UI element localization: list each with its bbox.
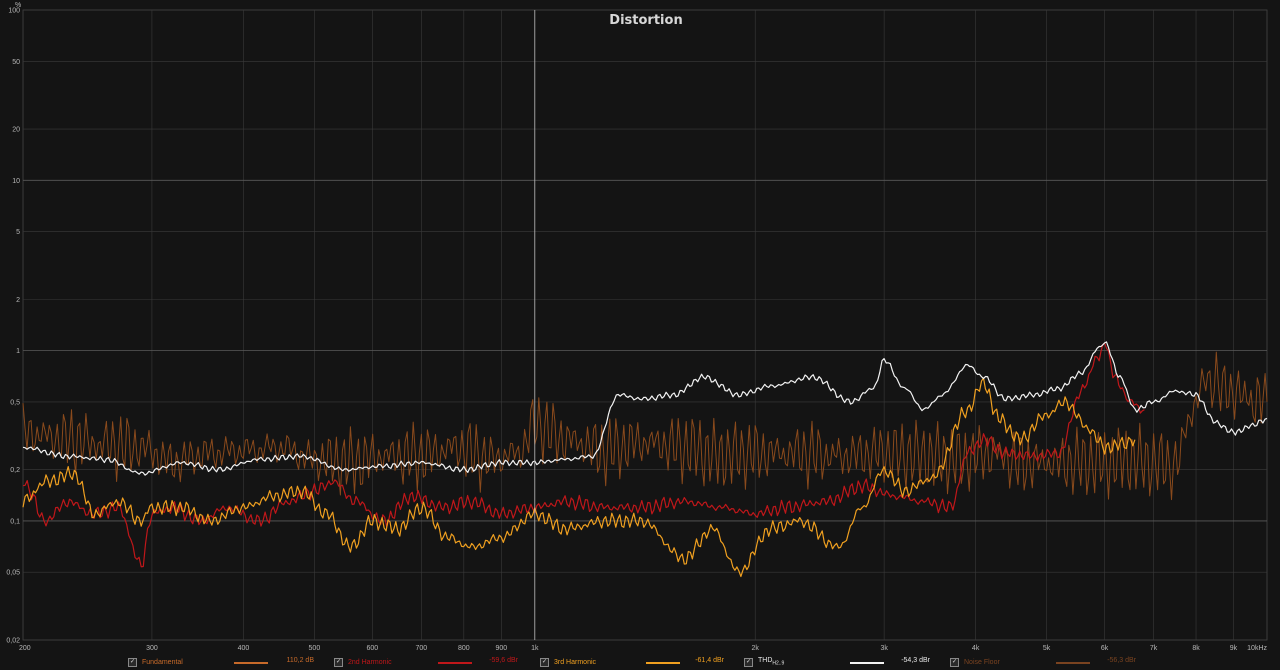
x-tick-label: 200 [19, 645, 31, 652]
legend-value-noise-floor: -56,3 dBr [1107, 657, 1136, 664]
legend-item-noise-floor[interactable]: ✓ Noise Floor [950, 656, 1000, 668]
x-tick-label: 8k [1192, 645, 1200, 652]
x-tick-label: 1k [531, 645, 539, 652]
legend-item-thd[interactable]: ✓ THDH2..9 [744, 656, 784, 668]
y-tick-label: 10 [12, 178, 20, 185]
y-tick-label: 20 [12, 127, 20, 134]
x-tick-label: 300 [146, 645, 158, 652]
legend-label-noise-floor: Noise Floor [964, 658, 1000, 666]
x-tick-label: 3k [880, 645, 888, 652]
x-tick-label: 2k [752, 645, 760, 652]
y-tick-label: 0,05 [6, 570, 20, 577]
checkbox-thd[interactable]: ✓ [744, 657, 753, 667]
x-tick-label: 700 [416, 645, 428, 652]
checkbox-2nd-harmonic[interactable]: ✓ [334, 657, 343, 667]
legend-label-fundamental: Fundamental [142, 658, 183, 666]
legend: ✓ Fundamental 110,2 dB ✓ 2nd Harmonic -5… [0, 654, 1280, 670]
legend-value-3rd-harmonic: -61,4 dBr [695, 657, 724, 664]
legend-value-2nd-harmonic: -59,6 dBr [489, 657, 518, 664]
x-tick-label: 900 [495, 645, 507, 652]
legend-label-thd: THDH2..9 [758, 657, 785, 667]
y-tick-label: 0,02 [6, 638, 20, 645]
x-tick-label: 400 [238, 645, 250, 652]
x-tick-label: 4k [972, 645, 980, 652]
legend-label-thd-sub: H2..9 [772, 660, 785, 667]
x-tick-label: 600 [367, 645, 379, 652]
legend-value-fundamental: 110,2 dB [286, 657, 314, 664]
y-tick-label: 50 [12, 59, 20, 66]
y-tick-label: 5 [16, 229, 20, 236]
x-tick-label: 800 [458, 645, 470, 652]
checkbox-3rd-harmonic[interactable]: ✓ [540, 657, 549, 667]
x-tick-label: 6k [1101, 645, 1109, 652]
legend-item-3rd-harmonic[interactable]: ✓ 3rd Harmonic [540, 656, 596, 668]
legend-item-2nd-harmonic[interactable]: ✓ 2nd Harmonic [334, 656, 392, 668]
y-tick-label: 1 [16, 348, 20, 355]
x-tick-label: 500 [309, 645, 321, 652]
x-tick-label: 7k [1150, 645, 1158, 652]
legend-item-fundamental[interactable]: ✓ Fundamental [128, 656, 183, 668]
legend-label-3rd-harmonic: 3rd Harmonic [554, 658, 597, 666]
x-tick-label: 10kHz [1247, 645, 1267, 652]
legend-value-thd: -54,3 dBr [901, 657, 930, 664]
distortion-chart: 200 300 400 500 600 700 800 900 1k 2k 3k 4k 5k 6k 7k 8k… [0, 0, 1280, 670]
x-tick-label: 5k [1043, 645, 1051, 652]
checkbox-fundamental[interactable]: ✓ [128, 657, 137, 667]
y-tick-label: 0,1 [10, 518, 20, 525]
x-tick-label: 9k [1230, 645, 1238, 652]
chart-title: Distortion [609, 13, 682, 28]
y-tick-label: 0,2 [10, 467, 20, 474]
legend-label-2nd-harmonic: 2nd Harmonic [348, 658, 392, 666]
checkbox-noise-floor[interactable]: ✓ [950, 657, 959, 667]
y-tick-label: 2 [16, 297, 20, 304]
y-tick-label: 0,5 [10, 399, 20, 406]
y-unit-label: % [15, 2, 21, 9]
